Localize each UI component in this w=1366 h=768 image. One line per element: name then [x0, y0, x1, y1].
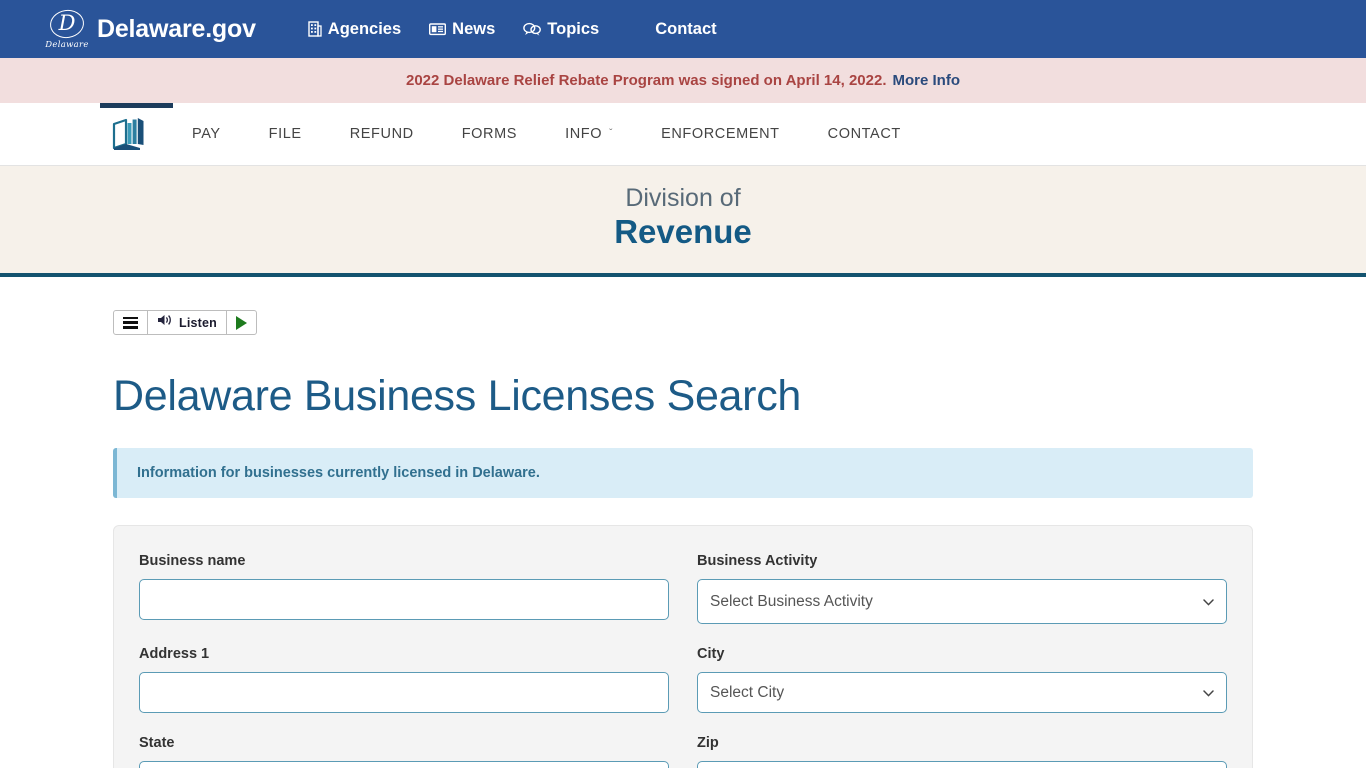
agency-nav-info-label: INFO — [565, 126, 603, 142]
state-global-nav: Agencies News Topics Contact — [308, 20, 717, 39]
agency-nav-pay[interactable]: PAY — [168, 126, 245, 142]
label-city: City — [697, 646, 725, 663]
readspeaker-play-button[interactable] — [226, 311, 256, 335]
agency-nav-refund[interactable]: REFUND — [326, 126, 438, 142]
seal-letter: D — [58, 11, 76, 35]
delaware-state-seal-icon: D Delaware — [45, 7, 89, 50]
agency-nav-pay-label: PAY — [192, 126, 221, 142]
hamburger-menu-icon — [123, 316, 138, 329]
readspeaker-listen-button[interactable]: Listen — [147, 311, 226, 335]
label-zip: Zip — [697, 735, 719, 752]
label-business-name: Business name — [139, 553, 246, 570]
division-of-revenue-book-chart-logo-icon — [112, 118, 144, 150]
alert-more-info-link[interactable]: More Info — [892, 72, 960, 89]
search-select-business-activity[interactable]: Select Business Activity — [697, 579, 1227, 625]
state-nav-topics[interactable]: Topics — [523, 20, 599, 39]
field-business-name: Business name — [139, 553, 669, 624]
state-nav-topics-label: Topics — [547, 19, 600, 38]
delaware-gov-wordmark: Delaware.gov — [97, 14, 256, 43]
search-input-address-1[interactable] — [139, 672, 669, 714]
chevron-down-icon: ˇ — [609, 128, 614, 139]
topics-speech-bubble-icon — [523, 22, 542, 37]
state-nav-contact-label: Contact — [655, 19, 717, 38]
search-input-state[interactable] — [139, 761, 669, 768]
agency-nav-forms[interactable]: FORMS — [438, 126, 541, 142]
active-tab-indicator — [100, 103, 173, 108]
agency-nav-contact[interactable]: CONTACT — [804, 126, 925, 142]
info-callout-text: Information for businesses currently lic… — [137, 465, 540, 482]
agency-nav-refund-label: REFUND — [349, 126, 414, 142]
agency-nav-enforcement-label: ENFORCEMENT — [661, 126, 780, 142]
search-form-grid: Business name Business Activity Select B… — [139, 553, 1227, 768]
field-address-1: Address 1 — [139, 646, 669, 714]
division-name: Revenue — [614, 213, 752, 251]
delaware-gov-home-link[interactable]: D Delaware Delaware.gov — [45, 7, 256, 50]
label-business-activity: Business Activity — [697, 553, 818, 570]
agency-nav-contact-label: CONTACT — [827, 126, 901, 142]
business-license-search-panel: Business name Business Activity Select B… — [113, 525, 1253, 768]
field-business-activity: Business Activity Select Business Activi… — [697, 553, 1227, 625]
state-nav-contact[interactable]: Contact — [655, 20, 716, 39]
label-state: State — [139, 735, 175, 752]
state-nav-news-label: News — [452, 19, 496, 38]
division-of-revenue-nav: PAY FILE REFUND FORMS INFO ˇ ENFORCEMENT… — [0, 103, 1366, 166]
building-icon — [308, 21, 322, 37]
page-content: Listen Delaware Business Licenses Search… — [0, 277, 1366, 768]
seal-subtext: Delaware — [45, 40, 89, 50]
speaker-volume-icon — [157, 313, 173, 332]
site-alert-banner: 2022 Delaware Relief Rebate Program was … — [0, 58, 1366, 103]
agency-nav-forms-label: FORMS — [461, 126, 518, 142]
label-address-1: Address 1 — [139, 646, 210, 663]
readspeaker-listen-widget[interactable]: Listen — [113, 310, 258, 336]
state-nav-news[interactable]: News — [429, 20, 495, 39]
page-title: Delaware Business Licenses Search — [113, 372, 802, 421]
state-nav-agencies[interactable]: Agencies — [308, 20, 401, 39]
alert-message: 2022 Delaware Relief Rebate Program was … — [406, 72, 887, 89]
agency-nav-enforcement[interactable]: ENFORCEMENT — [637, 126, 804, 142]
field-city: City Select City — [697, 646, 1227, 714]
delaware-gov-state-bar: D Delaware Delaware.gov Agencies News To… — [0, 0, 1366, 58]
search-input-business-name[interactable] — [139, 579, 669, 621]
agency-nav-file[interactable]: FILE — [245, 126, 326, 142]
info-callout: Information for businesses currently lic… — [113, 448, 1253, 499]
division-of-revenue-home-logo[interactable] — [110, 114, 150, 154]
field-zip: Zip — [697, 735, 1227, 768]
division-title-band: Division of Revenue — [0, 166, 1366, 278]
agency-nav-links: PAY FILE REFUND FORMS INFO ˇ ENFORCEMENT… — [168, 126, 925, 142]
agency-nav-file-label: FILE — [268, 126, 302, 142]
newspaper-icon — [429, 22, 447, 36]
state-nav-agencies-label: Agencies — [327, 19, 402, 38]
search-select-city[interactable]: Select City — [697, 672, 1227, 714]
field-state: State — [139, 735, 669, 768]
readspeaker-listen-label: Listen — [179, 315, 218, 330]
division-subtitle: Division of — [625, 184, 741, 212]
agency-nav-info[interactable]: INFO ˇ — [541, 126, 637, 142]
play-triangle-icon — [236, 315, 248, 330]
search-input-zip[interactable] — [697, 761, 1227, 768]
readspeaker-menu-button[interactable] — [114, 311, 147, 334]
